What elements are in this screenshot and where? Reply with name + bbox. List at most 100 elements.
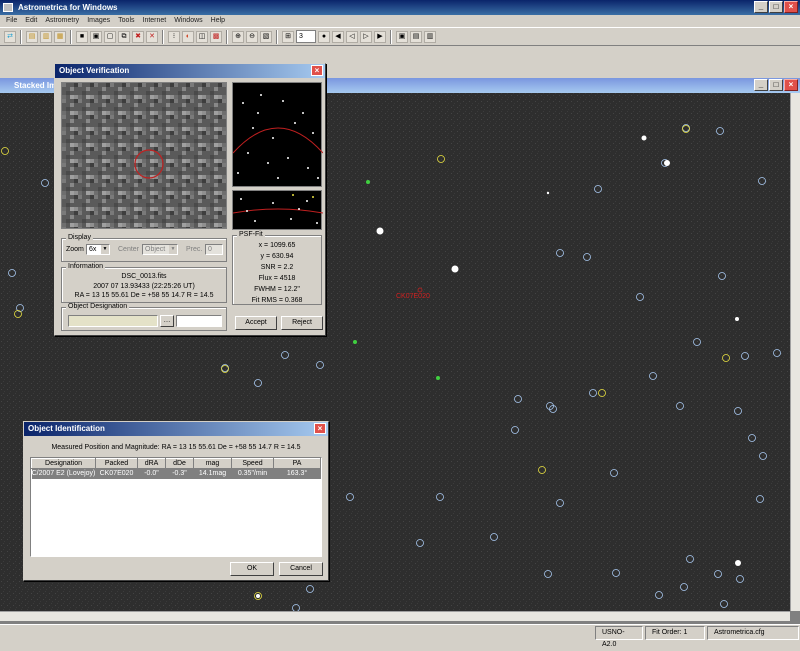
info-coords: RA = 13 15 55.61 De = +58 55 14.7 R = 14… [74,292,214,299]
reference-icon[interactable]: ◫ [196,30,208,43]
measured-summary: Measured Position and Magnitude: RA = 13… [51,444,301,451]
object-verification-close-icon[interactable]: × [311,65,323,76]
object-verification-title: Object Verification [59,66,130,75]
menu-file[interactable]: File [2,15,21,27]
maximize-button[interactable]: □ [769,1,783,13]
designation-code-input[interactable] [176,315,222,327]
prec-spinner[interactable]: 0 [205,244,223,255]
cell-speed: 0.35"/min [231,468,274,479]
data-reduction-icon[interactable]: ▩ [210,30,222,43]
blink-icon[interactable]: ⧉ [118,30,130,43]
settings-icon[interactable]: ▧ [260,30,272,43]
dark-icon[interactable]: ■ [76,30,88,43]
prec-label: Prec. [186,246,203,253]
menu-windows[interactable]: Windows [170,15,206,27]
information-group: Information DSC_0013.fits 2007 07 13.934… [61,263,227,303]
designation-group-label: Object Designation [66,303,130,310]
object-verification-title-bar[interactable]: Object Verification × [55,64,325,78]
status-catalog: USNO-A2.0 [595,626,643,648]
window-tile-icon[interactable]: ▤ [410,30,422,43]
designation-browse-button[interactable]: … [160,315,174,327]
col-speed[interactable]: Speed [231,458,274,469]
stacked-close-button[interactable]: × [784,79,798,91]
stack-icon[interactable]: ⊞ [282,30,294,43]
frame-spinner[interactable]: 3 [296,30,316,43]
cell-packed: CK07E020 [95,468,138,479]
menu-help[interactable]: Help [207,15,229,27]
zoom-image [62,83,226,228]
menu-tools[interactable]: Tools [114,15,138,27]
status-bar: USNO-A2.0 Fit Order: 1 Astrometrica.cfg [0,624,800,648]
zoom-select[interactable]: 6x ▼ [86,244,110,255]
zoom-in-icon[interactable]: ⊕ [232,30,244,43]
previous-icon[interactable]: ◁ [346,30,358,43]
ok-button[interactable]: OK [230,562,274,576]
record-icon[interactable]: ● [318,30,330,43]
menu-astrometry[interactable]: Astrometry [41,15,83,27]
dots-icon[interactable]: ⁝ [168,30,180,43]
prec-value: 0 [208,246,212,253]
object-identification-close-icon[interactable]: × [314,423,326,434]
zoom-label: Zoom [66,246,84,253]
vertical-scrollbar[interactable] [790,93,800,611]
table-row[interactable]: C/2007 E2 (Lovejoy) CK07E020 -0.0" -0.3"… [31,468,321,479]
col-packed[interactable]: Packed [95,458,138,469]
window-arrange-icon[interactable]: ▥ [424,30,436,43]
stacked-image-title: Stacked Im [14,81,57,90]
col-mag[interactable]: mag [193,458,232,469]
close-button[interactable]: × [784,1,798,13]
col-pa[interactable]: PA [273,458,321,469]
object-identification-title-bar[interactable]: Object Identification × [24,422,328,436]
menu-images[interactable]: Images [83,15,114,27]
menu-bar: File Edit Astrometry Images Tools Intern… [0,15,800,27]
psf-y: y = 630.94 [260,253,294,260]
zoom-dropdown-icon[interactable]: ▼ [101,245,109,254]
psf-fit-group-label: PSF-Fit [237,231,265,238]
col-dde[interactable]: dDe [165,458,194,469]
identification-table: Designation Packed dRA dDe mag Speed PA … [30,457,322,557]
table-header: Designation Packed dRA dDe mag Speed PA [31,458,321,469]
status-config: Astrometrica.cfg [707,626,799,640]
app-title: Astrometrica for Windows [18,3,118,12]
play-icon[interactable]: ▶ [374,30,386,43]
center-select[interactable]: Object ▼ [142,244,178,255]
stacked-maximize-button[interactable]: □ [769,79,783,91]
circle-icon[interactable]: ◐ [182,30,194,43]
psf-flux: Flux = 4518 [258,275,296,282]
save-icon[interactable]: ▦ [54,30,66,43]
center-label: Center [118,246,140,253]
cell-pa: 163.3° [273,468,321,479]
zoom-image-panel[interactable] [61,82,227,229]
col-designation[interactable]: Designation [31,458,96,469]
designation-input[interactable] [68,315,158,327]
calibrate-icon[interactable]: ▢ [104,30,116,43]
info-file: DSC_0013.fits [121,273,167,280]
delete-icon[interactable]: ✖ [132,30,144,43]
cell-designation: C/2007 E2 (Lovejoy) [31,468,96,479]
open-icon[interactable]: ▥ [40,30,52,43]
window-cascade-icon[interactable]: ▣ [396,30,408,43]
connect-icon[interactable]: ⇄ [4,30,16,43]
menu-internet[interactable]: Internet [139,15,171,27]
stacked-minimize-button[interactable]: _ [754,79,768,91]
accept-button[interactable]: Accept [235,316,277,330]
flat-icon[interactable]: ▣ [90,30,102,43]
app-title-bar: Astrometrica for Windows _ □ × [0,0,800,15]
load-images-icon[interactable]: ▤ [26,30,38,43]
remove-icon[interactable]: ✕ [146,30,158,43]
psf-profile-plot [232,82,324,187]
zoom-out-icon[interactable]: ⊖ [246,30,258,43]
reject-button[interactable]: Reject [281,316,323,330]
center-dropdown-icon[interactable]: ▼ [169,245,177,254]
menu-edit[interactable]: Edit [21,15,41,27]
object-verification-dialog: Object Verification × Display Zoom 6x ▼ … [54,63,326,336]
col-dra[interactable]: dRA [137,458,166,469]
psf-x: x = 1099.65 [258,242,296,249]
rewind-icon[interactable]: ◀ [332,30,344,43]
minimize-button[interactable]: _ [754,1,768,13]
object-designation-group: Object Designation … [61,303,227,331]
cancel-button[interactable]: Cancel [279,562,323,576]
horizontal-scrollbar[interactable] [0,611,790,621]
cell-dde: -0.3" [165,468,194,479]
next-icon[interactable]: ▷ [360,30,372,43]
